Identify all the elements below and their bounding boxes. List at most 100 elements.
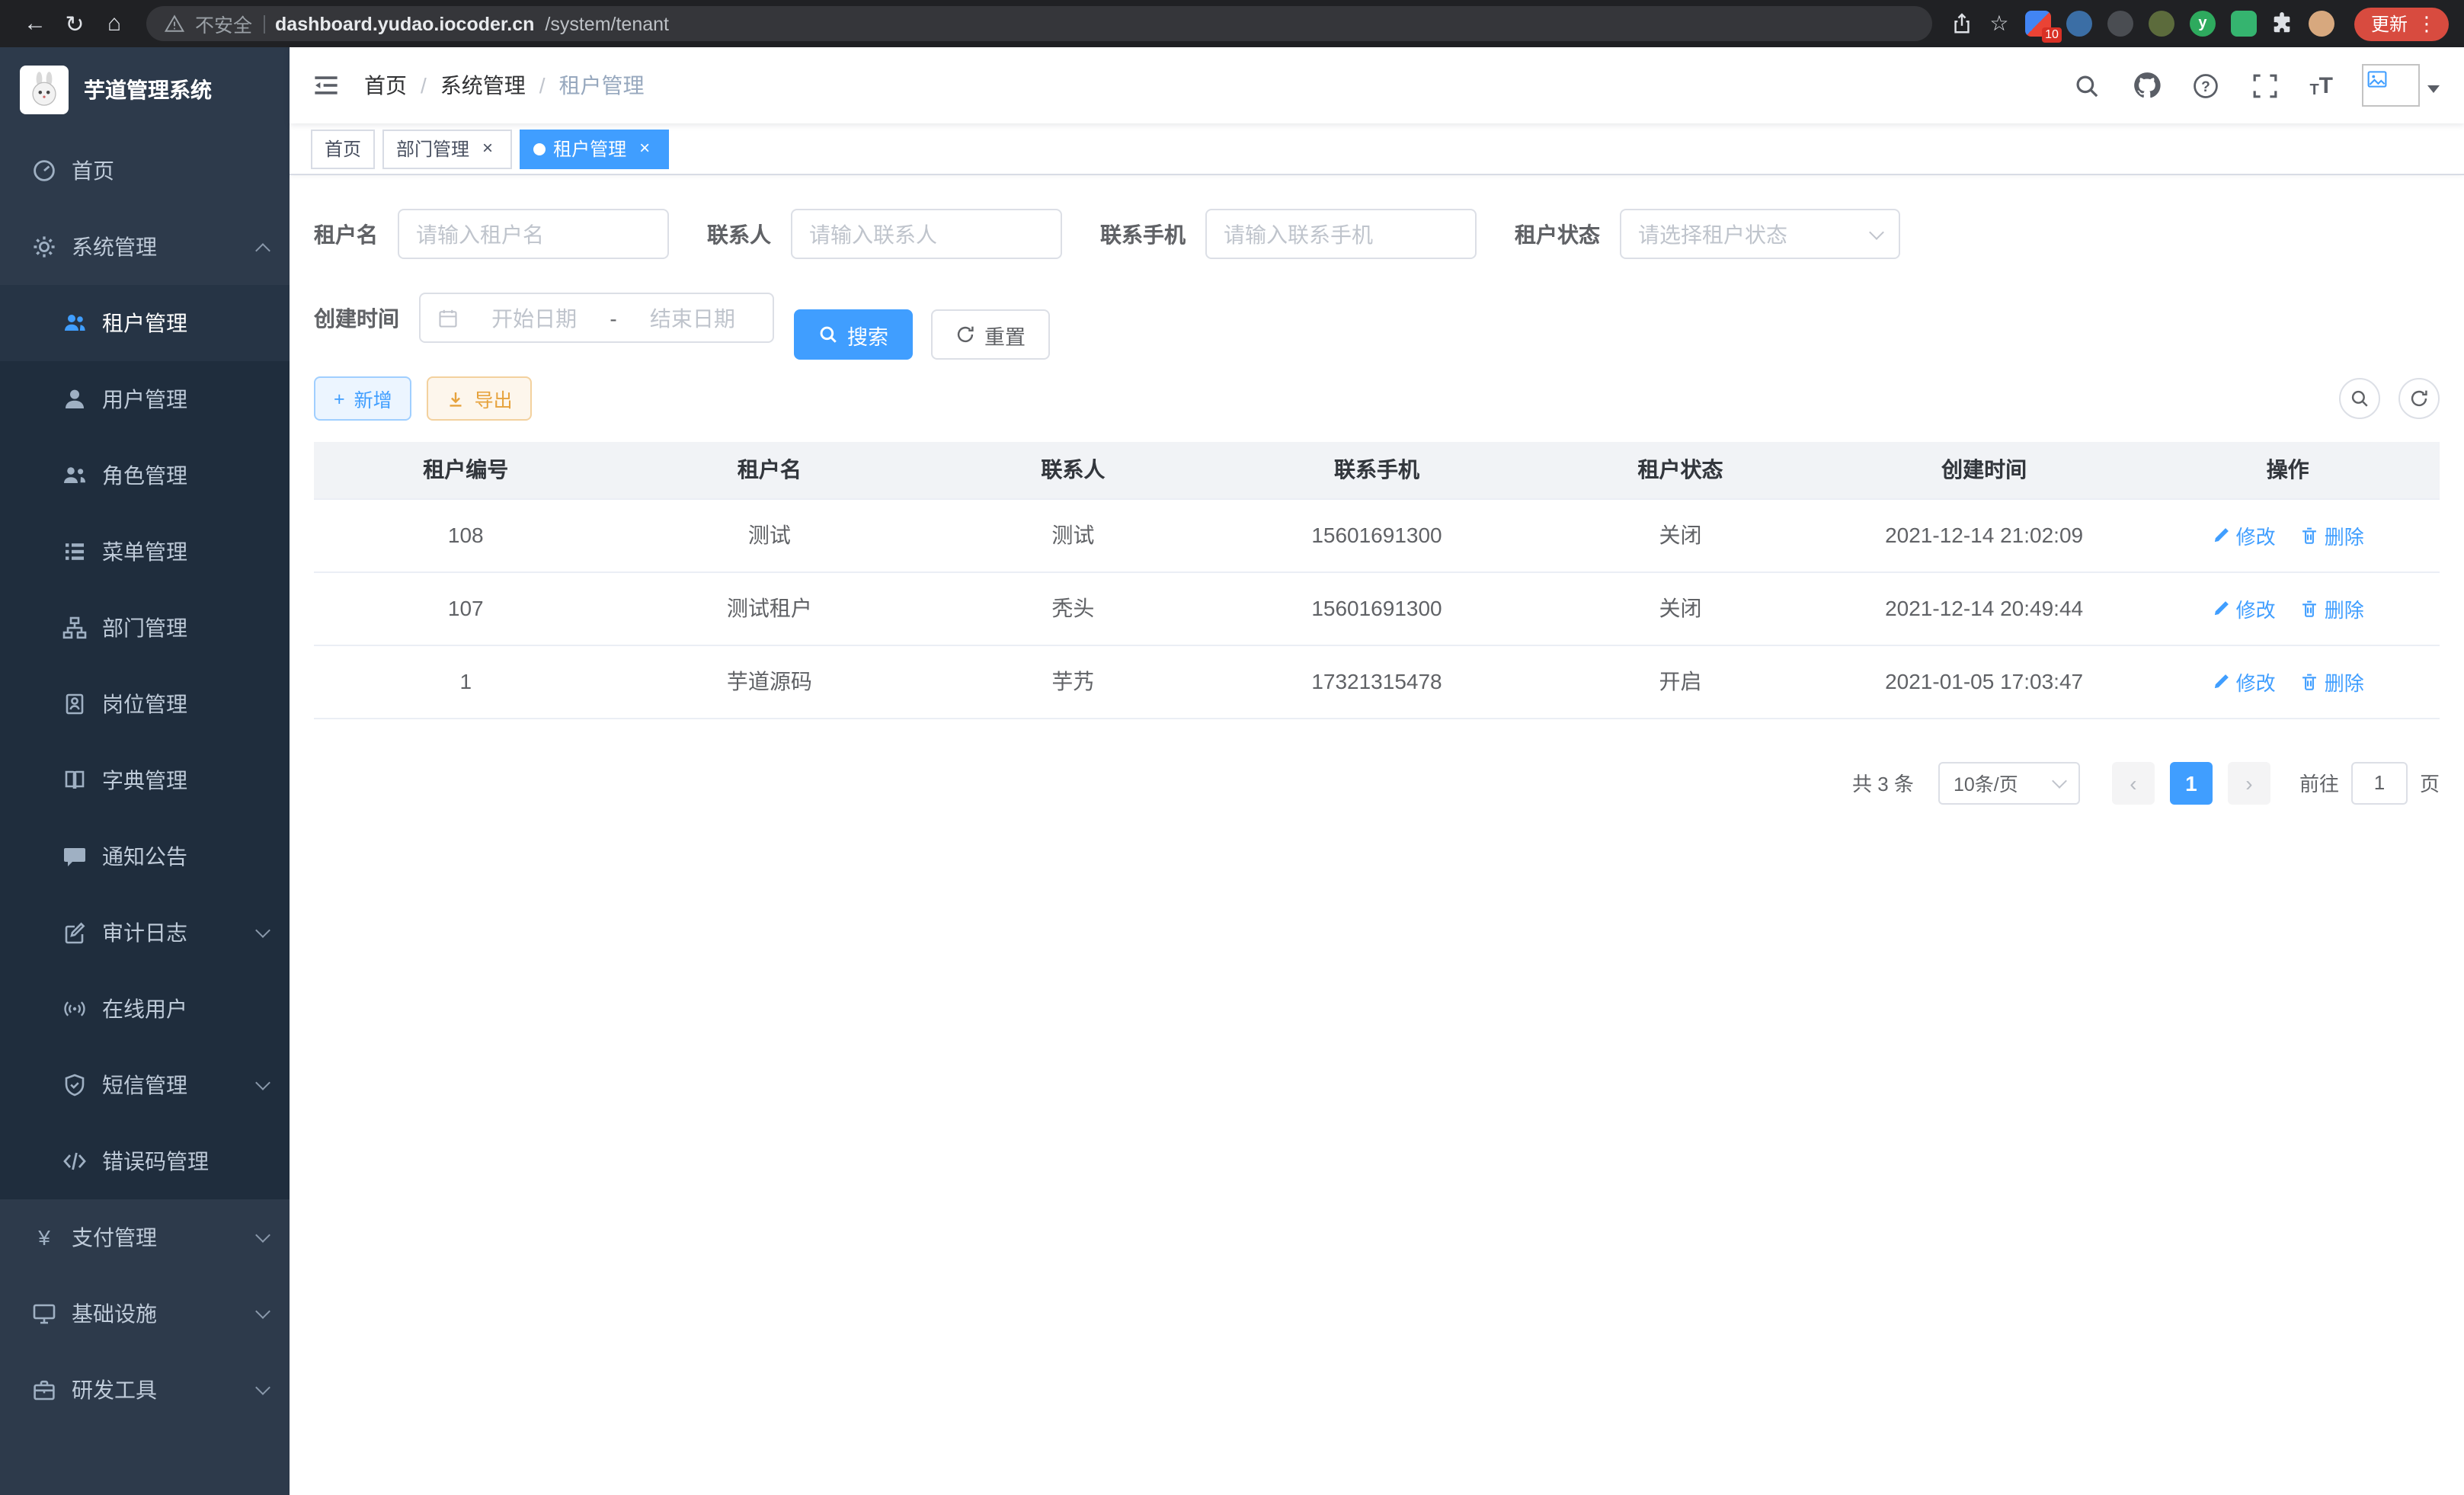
date-range-picker[interactable]: 开始日期 - 结束日期 [419, 293, 774, 343]
message-icon [62, 844, 87, 869]
status-select-input[interactable] [1638, 222, 1862, 246]
sidebar-item-online-users[interactable]: 在线用户 [0, 971, 290, 1047]
pagination-total: 共 3 条 [1852, 768, 1914, 797]
sidebar-item-home[interactable]: 首页 [0, 133, 290, 209]
tab-home[interactable]: 首页 [311, 129, 375, 168]
cell-id: 107 [314, 571, 618, 645]
date-end-placeholder[interactable]: 结束日期 [629, 303, 756, 333]
menu-label: 菜单管理 [102, 536, 187, 567]
sidebar-item-audit-log[interactable]: 审计日志 [0, 895, 290, 971]
menu-label: 字典管理 [102, 765, 187, 796]
bookmark-star-icon[interactable]: ☆ [1981, 5, 2018, 42]
browser-chrome: ← ↻ ⌂ 不安全 dashboard.yudao.iocoder.cn /sy… [0, 0, 2464, 47]
sidebar-item-user-management[interactable]: 用户管理 [0, 361, 290, 437]
breadcrumb-home[interactable]: 首页 [364, 70, 407, 101]
chevron-up-icon [255, 242, 270, 258]
sidebar-item-sms-management[interactable]: 短信管理 [0, 1047, 290, 1123]
sidebar-collapse-icon[interactable] [290, 47, 363, 123]
cell-contact: 秃头 [921, 571, 1225, 645]
sidebar-item-role-management[interactable]: 角色管理 [0, 437, 290, 514]
tenant-table: 租户编号 租户名 联系人 联系手机 租户状态 创建时间 操作 108 测试 [314, 442, 2440, 719]
avatar [2362, 64, 2420, 107]
cell-actions: 修改删除 [2136, 645, 2440, 718]
sidebar-item-dict-management[interactable]: 字典管理 [0, 742, 290, 818]
sidebar-logo[interactable]: 芋道管理系统 [0, 47, 290, 133]
page-size-select[interactable]: 10条/页 [1938, 761, 2080, 804]
menu-label: 短信管理 [102, 1070, 187, 1100]
user-avatar-menu[interactable] [2362, 64, 2440, 107]
close-icon[interactable]: × [477, 138, 498, 159]
help-icon[interactable]: ? [2190, 70, 2221, 101]
sidebar-item-tenant-management[interactable]: 租户管理 [0, 285, 290, 361]
plus-icon: + [334, 388, 345, 409]
add-button[interactable]: + 新增 [314, 376, 412, 421]
goto-page-input[interactable] [2351, 761, 2408, 804]
sidebar-item-infrastructure[interactable]: 基础设施 [0, 1276, 290, 1352]
header-search-icon[interactable] [2072, 70, 2102, 101]
extension-icon-6[interactable] [2231, 11, 2257, 37]
export-button[interactable]: 导出 [427, 376, 533, 421]
tab-tenant-management[interactable]: 租户管理 × [520, 129, 669, 168]
back-icon[interactable]: ← [15, 4, 55, 43]
contact-input[interactable] [809, 222, 1044, 246]
tab-dept-management[interactable]: 部门管理 × [382, 129, 512, 168]
row-delete-button[interactable]: 删除 [2300, 667, 2364, 696]
sidebar-item-post-management[interactable]: 岗位管理 [0, 666, 290, 742]
page-content: 租户名 联系人 联系手机 租户状态 [290, 175, 2464, 1495]
col-tenant-name: 租户名 [618, 442, 922, 498]
prev-page-button[interactable]: ‹ [2112, 761, 2155, 804]
sidebar-item-payment[interactable]: ¥ 支付管理 [0, 1199, 290, 1276]
extension-icon-4[interactable] [2149, 11, 2174, 37]
browser-update-button[interactable]: 更新 ⋮ [2354, 7, 2449, 40]
screen: ← ↻ ⌂ 不安全 dashboard.yudao.iocoder.cn /sy… [0, 0, 2464, 1495]
sidebar-item-system-management[interactable]: 系统管理 [0, 209, 290, 285]
profile-avatar-icon[interactable] [2309, 11, 2334, 37]
cell-actions: 修改删除 [2136, 498, 2440, 571]
date-start-placeholder[interactable]: 开始日期 [471, 303, 597, 333]
refresh-icon[interactable] [2398, 378, 2440, 419]
extension-icon-3[interactable] [2107, 11, 2133, 37]
tenant-name-input[interactable] [416, 222, 651, 246]
sidebar-item-error-code[interactable]: 错误码管理 [0, 1123, 290, 1199]
contact-label: 联系人 [707, 219, 771, 249]
status-label: 租户状态 [1515, 219, 1600, 249]
page-number-1[interactable]: 1 [2170, 761, 2213, 804]
menu-label: 租户管理 [102, 308, 187, 338]
date-separator: - [610, 306, 616, 330]
sidebar-item-notice[interactable]: 通知公告 [0, 818, 290, 895]
github-icon[interactable] [2131, 70, 2162, 101]
home-icon[interactable]: ⌂ [94, 4, 134, 43]
share-icon[interactable] [1944, 5, 1981, 42]
row-edit-button[interactable]: 修改 [2212, 520, 2276, 549]
browser-menu-icon[interactable]: ⋮ [2417, 11, 2437, 36]
extensions-puzzle-icon[interactable] [2264, 5, 2301, 42]
toggle-search-icon[interactable] [2339, 378, 2380, 419]
sidebar-item-dept-management[interactable]: 部门管理 [0, 590, 290, 666]
menu-label: 用户管理 [102, 384, 187, 415]
extension-icon-2[interactable] [2066, 11, 2092, 37]
phone-input[interactable] [1224, 222, 1458, 246]
next-page-button[interactable]: › [2228, 761, 2270, 804]
search-button[interactable]: 搜索 [794, 309, 913, 360]
extension-icon-1[interactable]: 10 [2025, 11, 2051, 37]
row-delete-button[interactable]: 删除 [2300, 520, 2364, 549]
row-edit-button[interactable]: 修改 [2212, 594, 2276, 623]
url-bar[interactable]: 不安全 dashboard.yudao.iocoder.cn /system/t… [146, 6, 1932, 41]
font-size-icon[interactable]: TT [2309, 72, 2333, 98]
close-icon[interactable]: × [634, 138, 655, 159]
sidebar-item-dev-tools[interactable]: 研发工具 [0, 1352, 290, 1428]
sidebar-item-menu-management[interactable]: 菜单管理 [0, 514, 290, 590]
row-edit-button[interactable]: 修改 [2212, 667, 2276, 696]
fullscreen-icon[interactable] [2250, 70, 2280, 101]
toolbox-icon [32, 1378, 56, 1402]
breadcrumb-system[interactable]: 系统管理 [440, 70, 526, 101]
reset-button[interactable]: 重置 [931, 309, 1050, 360]
col-actions: 操作 [2136, 442, 2440, 498]
cell-created: 2021-12-14 21:02:09 [1832, 498, 2136, 571]
menu-label: 在线用户 [102, 994, 187, 1024]
status-select[interactable] [1620, 209, 1900, 259]
extension-icon-5[interactable]: y [2190, 11, 2216, 37]
row-delete-button[interactable]: 删除 [2300, 594, 2364, 623]
reload-icon[interactable]: ↻ [55, 4, 94, 43]
tags-view-bar: 首页 部门管理 × 租户管理 × [290, 123, 2464, 175]
